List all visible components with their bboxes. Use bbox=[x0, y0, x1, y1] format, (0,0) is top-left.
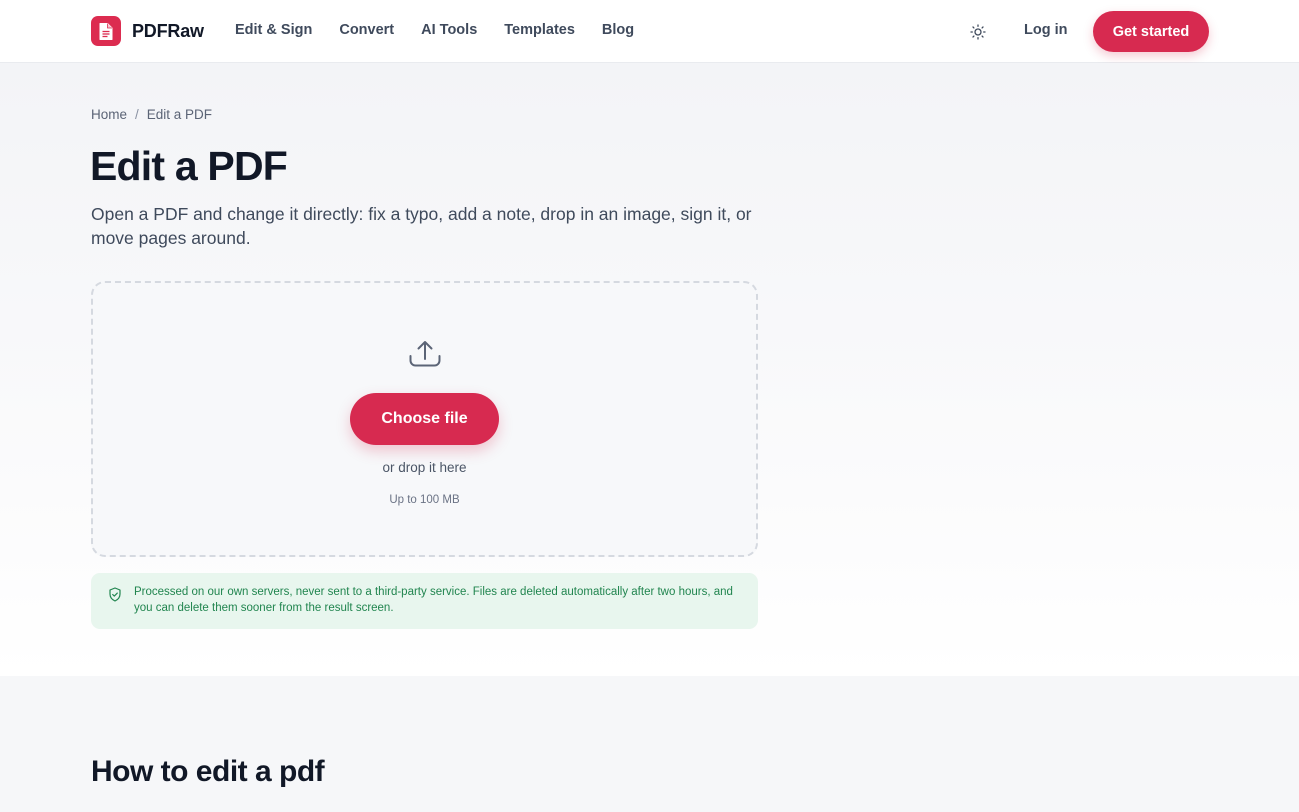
drop-hint: or drop it here bbox=[382, 460, 467, 475]
breadcrumb-home[interactable]: Home bbox=[91, 107, 127, 122]
how-to-section: How to edit a pdf bbox=[0, 676, 1299, 812]
privacy-notice-text: Processed on our own servers, never sent… bbox=[134, 586, 733, 614]
how-to-title: How to edit a pdf bbox=[91, 755, 325, 788]
document-icon bbox=[91, 16, 121, 46]
main-nav: Edit & Sign Convert AI Tools Templates B… bbox=[235, 22, 661, 38]
file-dropzone[interactable]: Choose file or drop it here Up to 100 MB bbox=[91, 281, 758, 557]
shield-check-icon bbox=[109, 587, 121, 602]
get-started-button[interactable]: Get started bbox=[1093, 11, 1209, 52]
breadcrumb-separator: / bbox=[135, 107, 139, 122]
site-header: PDFRaw Edit & Sign Convert AI Tools Temp… bbox=[0, 0, 1299, 63]
hero-section: Home / Edit a PDF Edit a PDF Open a PDF … bbox=[0, 63, 1299, 676]
login-link[interactable]: Log in bbox=[1024, 22, 1068, 38]
brand-name: PDFRaw bbox=[132, 20, 204, 41]
breadcrumb: Home / Edit a PDF bbox=[91, 107, 212, 122]
page-subtitle: Open a PDF and change it directly: fix a… bbox=[91, 204, 752, 248]
nav-item-ai-tools[interactable]: AI Tools bbox=[421, 22, 477, 38]
choose-file-button[interactable]: Choose file bbox=[350, 393, 499, 445]
page-title: Edit a PDF bbox=[90, 143, 288, 189]
file-size-limit: Up to 100 MB bbox=[389, 494, 460, 506]
sun-icon bbox=[970, 24, 986, 40]
nav-item-blog[interactable]: Blog bbox=[602, 22, 634, 38]
nav-item-convert[interactable]: Convert bbox=[339, 22, 394, 38]
upload-icon bbox=[409, 341, 441, 367]
breadcrumb-current: Edit a PDF bbox=[146, 107, 213, 122]
theme-toggle-button[interactable] bbox=[966, 20, 990, 44]
privacy-notice: Processed on our own servers, never sent… bbox=[91, 573, 758, 629]
nav-item-templates[interactable]: Templates bbox=[504, 22, 575, 38]
nav-item-edit-sign[interactable]: Edit & Sign bbox=[235, 22, 312, 38]
brand-logo-link[interactable]: PDFRaw bbox=[91, 16, 204, 46]
